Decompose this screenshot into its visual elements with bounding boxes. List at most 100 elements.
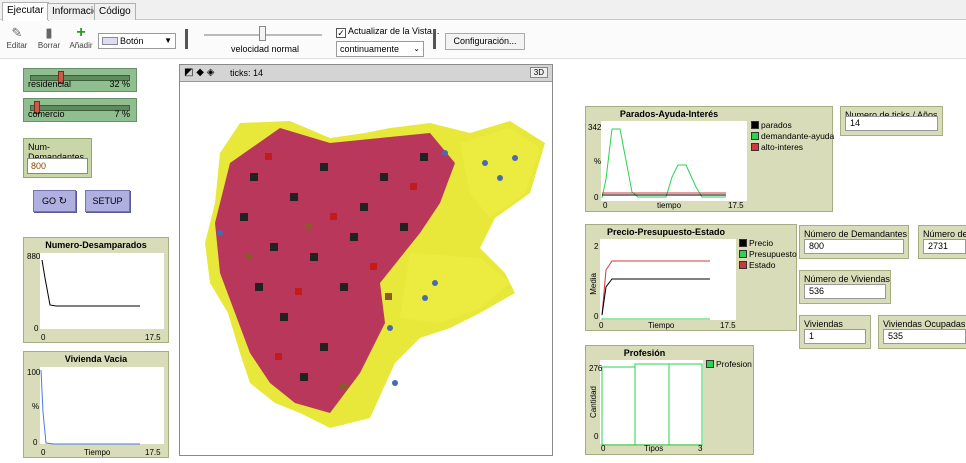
x-min-tick: 0 bbox=[599, 321, 604, 330]
slider-label: residencial bbox=[28, 79, 72, 89]
legend-item: Presupuesto bbox=[739, 249, 797, 260]
plot-numero-desamparados: Numero-Desamparados 880 0 0 17.5 bbox=[23, 237, 169, 343]
update-view-checkbox[interactable]: ✓ Actualizar de la Vista... bbox=[336, 26, 439, 38]
x-max-tick: 17.5 bbox=[145, 333, 161, 342]
delete-label: Borrar bbox=[37, 41, 61, 50]
legend-label: parados bbox=[761, 120, 792, 130]
x-axis-label: Tipos bbox=[644, 444, 664, 453]
x-min-tick: 0 bbox=[41, 448, 46, 457]
plot-parados-ayuda-interes: Parados-Ayuda-Interés 342 % 0 0 tiempo 1… bbox=[585, 106, 834, 212]
divider bbox=[433, 29, 436, 49]
y-min-tick: 0 bbox=[594, 312, 599, 321]
legend-swatch bbox=[739, 239, 747, 247]
setup-button[interactable]: SETUP bbox=[85, 190, 130, 212]
legend-swatch bbox=[739, 261, 747, 269]
edit-button[interactable]: ✎ Editar bbox=[6, 25, 28, 50]
y-min-tick: 0 bbox=[594, 432, 599, 441]
settings-button[interactable]: Configuración... bbox=[445, 33, 525, 50]
speed-slider-knob[interactable] bbox=[259, 26, 266, 41]
legend-item: Profesion bbox=[706, 359, 752, 370]
trash-icon: ▮ bbox=[45, 25, 53, 40]
y-min-tick: 0 bbox=[34, 324, 39, 333]
x-axis-label: Tiempo bbox=[648, 321, 675, 330]
view-control-strip: ◩ ◆ ◈ ticks: 14 3D bbox=[180, 65, 552, 82]
monitor-value: 536 bbox=[804, 284, 886, 299]
monitor-viviendas-ocupadas: Viviendas Ocupadas 535 bbox=[878, 315, 966, 349]
monitor-num-demandantes: Número de Demandantes 800 bbox=[799, 225, 909, 259]
view-controls-icon[interactable]: ◩ ◆ ◈ bbox=[184, 67, 214, 78]
y-axis-label: Media bbox=[589, 273, 598, 295]
pencil-icon: ✎ bbox=[11, 25, 23, 40]
monitor-label: Número de Viviendas bbox=[804, 274, 890, 284]
add-button[interactable]: + Añadir bbox=[68, 25, 94, 51]
plot-profesion: Profesión 276 Cantidad 0 0 Tipos 3 Profe… bbox=[585, 345, 754, 455]
x-axis-label: tiempo bbox=[657, 201, 682, 210]
input-field[interactable]: 800 bbox=[27, 158, 88, 174]
delete-button[interactable]: ▮ Borrar bbox=[36, 25, 62, 50]
y-axis-label: % bbox=[32, 402, 40, 411]
divider bbox=[185, 29, 188, 49]
legend-item: demandante-ayuda bbox=[751, 131, 834, 142]
widget-type-value: Botón bbox=[120, 36, 144, 46]
y-max-tick: 100 bbox=[27, 368, 41, 377]
x-max-tick: 3 bbox=[698, 444, 703, 453]
y-max-tick: 276 bbox=[589, 364, 603, 373]
chevron-down-icon: ⌄ bbox=[413, 44, 420, 53]
num-demandantes-input[interactable]: Num-Demandantes 800 bbox=[23, 138, 92, 178]
ticks-counter: ticks: 14 bbox=[230, 68, 264, 78]
monitor-num-p: Número de P 2731 bbox=[918, 225, 966, 259]
plot-canvas bbox=[41, 259, 140, 307]
y-min-tick: 0 bbox=[594, 193, 599, 202]
legend-label: Estado bbox=[749, 260, 776, 270]
series-vivienda-vacia bbox=[40, 369, 140, 445]
monitor-value: 14 bbox=[845, 116, 938, 131]
plot-vivienda-vacia: Vivienda Vacia 100 % 0 0 Tiempo 17.5 bbox=[23, 351, 169, 458]
histogram-bar bbox=[634, 363, 670, 446]
3d-button[interactable]: 3D bbox=[529, 67, 548, 78]
monitor-value: 1 bbox=[804, 329, 866, 344]
series-estado bbox=[601, 260, 710, 316]
y-min-tick: 0 bbox=[33, 438, 38, 447]
x-min-tick: 0 bbox=[603, 201, 608, 210]
series-desamparados bbox=[41, 259, 140, 307]
plot-canvas bbox=[40, 369, 140, 445]
chevron-down-icon: ▼ bbox=[164, 36, 172, 45]
histogram-bar bbox=[601, 366, 636, 446]
residencial-slider[interactable]: residencial 32 % bbox=[23, 68, 137, 92]
world-map bbox=[205, 121, 545, 428]
monitor-label: Número de Demandantes bbox=[804, 229, 908, 239]
monitor-label: Viviendas Ocupadas bbox=[883, 319, 966, 329]
x-max-tick: 17.5 bbox=[720, 321, 736, 330]
y-max-tick: 2 bbox=[594, 242, 599, 251]
slider-value: 32 % bbox=[109, 79, 130, 89]
comercio-slider[interactable]: comercio 7 % bbox=[23, 98, 137, 122]
tab-codigo[interactable]: Código bbox=[94, 3, 136, 20]
y-axis-label: Cantidad bbox=[589, 386, 598, 419]
world-view[interactable]: ◩ ◆ ◈ ticks: 14 3D bbox=[179, 64, 553, 456]
legend-swatch bbox=[751, 121, 759, 129]
checkmark-icon: ✓ bbox=[336, 28, 346, 38]
update-mode-select[interactable]: continuamente ⌄ bbox=[336, 41, 424, 57]
toolbar: ✎ Editar ▮ Borrar + Añadir Botón ▼ veloc… bbox=[0, 21, 966, 59]
edit-label: Editar bbox=[6, 41, 28, 50]
widget-type-select[interactable]: Botón ▼ bbox=[98, 33, 176, 49]
x-max-tick: 17.5 bbox=[728, 201, 744, 210]
monitor-viviendas-vacias: Viviendas Vacias 1 bbox=[799, 315, 871, 349]
add-label: Añadir bbox=[69, 41, 93, 50]
y-max-tick: 342 bbox=[588, 123, 602, 132]
tab-ejecutar[interactable]: Ejecutar bbox=[2, 2, 49, 21]
x-min-tick: 0 bbox=[41, 333, 46, 342]
series-presupuesto bbox=[601, 318, 710, 320]
slider-value: 7 % bbox=[114, 109, 130, 119]
monitor-value: 2731 bbox=[923, 239, 966, 254]
legend-label: Presupuesto bbox=[749, 249, 797, 259]
go-label: GO bbox=[42, 196, 57, 206]
plot-precio-presupuesto-estado: Precio-Presupuesto-Estado 2 Media 0 0 Ti… bbox=[585, 224, 797, 331]
y-axis-label: % bbox=[594, 157, 602, 166]
tab-bar: Ejecutar Información Código bbox=[0, 0, 966, 21]
slider-label: comercio bbox=[28, 109, 65, 119]
monitor-ticks-anos: Numero de ticks / Años 14 bbox=[840, 106, 943, 136]
go-button[interactable]: GO ↻ bbox=[33, 190, 76, 212]
monitor-num-viviendas: Número de Viviendas 536 bbox=[799, 270, 891, 304]
update-mode-value: continuamente bbox=[340, 44, 400, 54]
